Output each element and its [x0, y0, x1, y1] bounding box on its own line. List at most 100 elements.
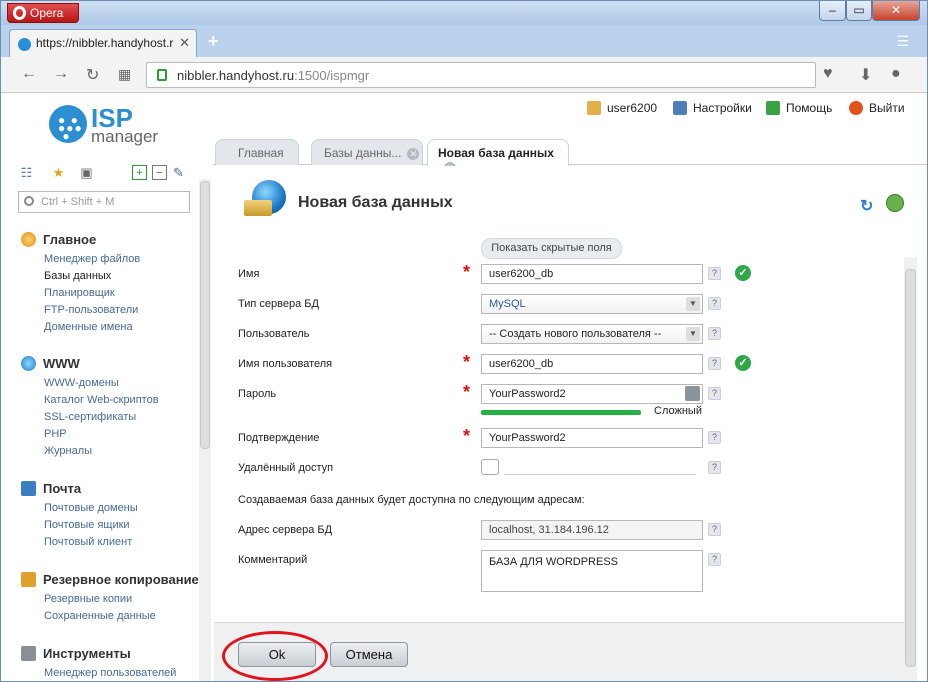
pin-icon[interactable]: ✎ — [171, 165, 186, 180]
sidebar-item-www-domains[interactable]: WWW-домены — [21, 375, 159, 392]
url-path: :1500/ispmgr — [294, 68, 370, 83]
tab-close-icon[interactable]: ✕ — [175, 35, 190, 51]
username-label: Имя пользователя — [238, 358, 468, 376]
cancel-button[interactable]: Отмена — [330, 642, 408, 667]
briefcase-icon[interactable]: ▣ — [79, 165, 94, 180]
menu-group-title[interactable]: Инструменты — [21, 645, 176, 665]
secure-lock-icon — [157, 69, 167, 81]
form-scrollbar[interactable] — [904, 257, 917, 681]
close-window-button[interactable]: ✕ — [872, 1, 920, 21]
sidebar-scrollbar[interactable] — [199, 179, 211, 681]
name-field[interactable]: user6200_db — [481, 264, 703, 284]
valid-check-icon: ✓ — [735, 265, 751, 281]
logout-link[interactable]: Выйти — [849, 101, 905, 115]
sidebar-item-databases[interactable]: Базы данных — [21, 268, 140, 285]
tab-new-database-label: Новая база данных — [438, 146, 554, 160]
sidebar-item-mailboxes[interactable]: Почтовые ящики — [21, 517, 138, 534]
user-link[interactable]: user6200 — [587, 101, 657, 115]
sidebar-item-php[interactable]: PHP — [21, 426, 159, 443]
tab-close-icon[interactable]: ✕ — [407, 148, 420, 160]
help-hint-icon[interactable]: ? — [708, 461, 721, 474]
opera-menu-button[interactable]: Opera — [7, 3, 79, 23]
sidebar-item-web-scripts[interactable]: Каталог Web-скриптов — [21, 392, 159, 409]
help-hint-icon[interactable]: ? — [708, 553, 721, 566]
forward-icon[interactable]: → — [53, 65, 69, 83]
help-hint-icon[interactable]: ? — [708, 327, 721, 340]
settings-label: Настройки — [693, 101, 752, 115]
comment-textarea[interactable]: БАЗА ДЛЯ WORDPRESS — [481, 550, 703, 592]
scroll-thumb[interactable] — [200, 181, 210, 449]
browser-tab-strip: https://nibbler.handyhost.r ✕ + ☰ — [1, 25, 927, 57]
ispmanager-logo[interactable]: ● ● ●●● ● ISP manager — [49, 103, 169, 151]
help-hint-icon[interactable]: ? — [708, 297, 721, 310]
browser-tab[interactable]: https://nibbler.handyhost.r ✕ — [9, 29, 197, 57]
server-type-label: Тип сервера БД — [238, 298, 468, 316]
confirm-password-field[interactable]: YourPassword2 — [481, 428, 703, 448]
sidebar-item-mail-domains[interactable]: Почтовые домены — [21, 500, 138, 517]
address-bar[interactable]: nibbler.handyhost.ru:1500/ispmgr — [146, 62, 816, 88]
menu-search-input[interactable]: Ctrl + Shift + M — [18, 191, 190, 213]
required-marker: * — [463, 352, 471, 372]
minimize-button[interactable]: – — [819, 1, 846, 21]
refresh-icon[interactable]: ↻ — [860, 196, 873, 216]
help-link[interactable]: Помощь — [766, 101, 832, 115]
menu-group-title[interactable]: Главное — [21, 231, 140, 251]
username-field[interactable]: user6200_db — [481, 354, 703, 374]
tab-new-database[interactable]: Новая база данных✕ — [427, 139, 569, 174]
scroll-thumb[interactable] — [905, 269, 916, 667]
sidebar-item-ftp-users[interactable]: FTP-пользователи — [21, 302, 140, 319]
logout-label: Выйти — [869, 101, 905, 115]
bookmark-heart-icon[interactable]: ♥ — [823, 65, 833, 83]
sidebar-item-ssl[interactable]: SSL-сертификаты — [21, 409, 159, 426]
sidebar-item-file-manager[interactable]: Менеджер файлов — [21, 251, 140, 268]
settings-icon — [673, 101, 687, 115]
sidebar-item-backups[interactable]: Резервные копии — [21, 591, 199, 608]
back-icon[interactable]: ← — [21, 65, 37, 83]
backup-icon — [21, 572, 36, 587]
tab-databases[interactable]: Базы данны... ✕ — [311, 139, 423, 165]
form-panel: Новая база данных ↻ Показать скрытые пол… — [214, 166, 927, 681]
help-hint-icon[interactable]: ? — [708, 387, 721, 400]
user-label: Пользователь — [238, 328, 468, 346]
generate-password-icon[interactable] — [685, 386, 700, 401]
tab-main[interactable]: Главная — [215, 139, 299, 165]
help-hint-icon[interactable]: ? — [708, 357, 721, 370]
server-type-select[interactable]: MySQL ▼ — [481, 294, 703, 314]
app-name: Opera — [30, 6, 64, 20]
tab-menu-icon[interactable]: ☰ — [896, 33, 909, 50]
reload-icon[interactable]: ↻ — [86, 65, 99, 85]
expand-all-icon[interactable]: + — [132, 165, 147, 180]
sidebar-item-user-manager[interactable]: Менеджер пользователей — [21, 665, 176, 681]
sidebar-toolbar: ☷ ★ ▣ + − ✎ — [19, 163, 195, 183]
tab-databases-label: Базы данны... — [324, 146, 402, 160]
collapse-all-icon[interactable]: − — [152, 165, 167, 180]
download-icon[interactable]: ⬇ — [859, 65, 872, 85]
help-icon — [766, 101, 780, 115]
speed-dial-icon[interactable]: ▦ — [118, 66, 131, 83]
password-field[interactable]: YourPassword2 — [481, 384, 703, 404]
tools-icon — [21, 646, 36, 661]
menu-group-title[interactable]: Резервное копирование — [21, 571, 199, 591]
maximize-button[interactable]: ▭ — [846, 1, 872, 21]
sidebar-item-logs[interactable]: Журналы — [21, 443, 159, 460]
sidebar-item-domain-names[interactable]: Доменные имена — [21, 319, 140, 336]
show-hidden-fields-button[interactable]: Показать скрытые поля — [481, 238, 622, 259]
sidebar-item-scheduler[interactable]: Планировщик — [21, 285, 140, 302]
menu-group-title[interactable]: WWW — [21, 355, 159, 375]
account-icon[interactable]: ● — [891, 65, 901, 83]
new-tab-button[interactable]: + — [208, 31, 219, 52]
user-select[interactable]: -- Создать нового пользователя -- ▼ — [481, 324, 703, 344]
server-type-value: MySQL — [489, 298, 526, 310]
tree-view-icon[interactable]: ☷ — [19, 165, 34, 180]
return-icon[interactable] — [886, 194, 904, 212]
menu-group-title[interactable]: Почта — [21, 480, 138, 500]
sidebar-item-saved-data[interactable]: Сохраненные данные — [21, 608, 199, 625]
sidebar-item-mail-client[interactable]: Почтовый клиент — [21, 534, 138, 551]
help-hint-icon[interactable]: ? — [708, 267, 721, 280]
help-hint-icon[interactable]: ? — [708, 431, 721, 444]
help-hint-icon[interactable]: ? — [708, 523, 721, 536]
server-address-label: Адрес сервера БД — [238, 524, 468, 542]
settings-link[interactable]: Настройки — [673, 101, 752, 115]
remote-access-checkbox[interactable] — [481, 459, 499, 475]
favorites-star-icon[interactable]: ★ — [51, 165, 66, 180]
